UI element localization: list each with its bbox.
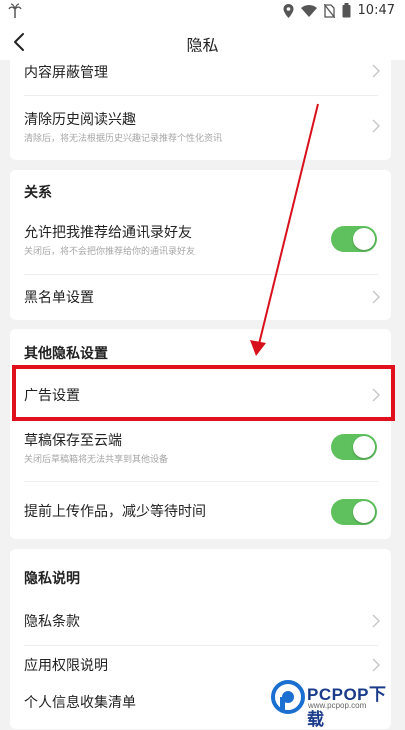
chevron-right-icon [372,64,380,78]
section-title: 隐私说明 [24,571,80,587]
row-ad-settings[interactable]: 广告设置 [10,369,391,421]
location-icon [283,3,294,18]
row-description: 关闭后，将不会把你推荐给你的通讯录好友 [24,247,196,257]
recommend-toggle[interactable] [331,226,377,252]
chevron-right-icon [372,119,380,133]
pre-upload-toggle[interactable] [331,499,377,525]
cloud-drafts-toggle[interactable] [331,434,377,460]
row-label: 草稿保存至云端 [24,433,122,449]
row-label: 个人信息收集清单 [24,695,136,711]
row-clear-history[interactable]: 清除历史阅读兴趣 清除后，将无法根据历史兴趣记录推荐个性化资讯 [10,96,391,158]
toggle-knob [353,228,375,250]
card-other-privacy: 其他隐私设置 广告设置 草稿保存至云端 关闭后草稿箱将无法共享到其他设备 提前上… [10,329,391,539]
row-label: 清除历史阅读兴趣 [24,112,136,128]
row-label: 黑名单设置 [24,290,94,306]
row-description: 关闭后草稿箱将无法共享到其他设备 [24,455,169,465]
toggle-knob [353,501,375,523]
palm-tree-icon [8,3,22,18]
toggle-knob [353,436,375,458]
no-sim-icon [323,3,335,18]
card-relations: 关系 允许把我推荐给通讯录好友 关闭后，将不会把你推荐给你的通讯录好友 黑名单设… [10,170,391,320]
row-privacy-terms[interactable]: 隐私条款 [10,599,391,645]
wifi-icon [300,4,317,17]
row-label: 提前上传作品，减少等待时间 [24,504,206,520]
chevron-right-icon [372,614,380,628]
watermark: PCPOP下载 www.pcpop.com [271,676,401,729]
row-label: 广告设置 [24,388,80,404]
row-description: 清除后，将无法根据历史兴趣记录推荐个性化资讯 [24,134,223,144]
battery-icon [342,3,351,18]
chevron-right-icon [372,388,380,402]
row-label: 应用权限说明 [24,658,108,674]
row-label: 允许把我推荐给通讯录好友 [24,225,192,241]
row-content-block[interactable]: 内容屏蔽管理 [10,52,391,96]
row-recommend-to-contacts[interactable]: 允许把我推荐给通讯录好友 关闭后，将不会把你推荐给你的通讯录好友 [10,210,391,274]
status-bar: 10:47 [0,0,405,24]
status-time: 10:47 [357,3,395,18]
card-content-settings: 内容屏蔽管理 清除历史阅读兴趣 清除后，将无法根据历史兴趣记录推荐个性化资讯 [10,52,391,160]
row-label: 内容屏蔽管理 [24,65,108,81]
row-save-drafts-cloud[interactable]: 草稿保存至云端 关闭后草稿箱将无法共享到其他设备 [10,421,391,481]
section-title: 其他隐私设置 [24,346,108,362]
watermark-url: www.pcpop.com [308,701,367,710]
pcpop-logo-icon [271,680,305,714]
section-title: 关系 [24,185,52,201]
chevron-right-icon [372,290,380,304]
row-pre-upload[interactable]: 提前上传作品，减少等待时间 [10,482,391,538]
row-label: 隐私条款 [24,614,80,630]
row-blacklist[interactable]: 黑名单设置 [10,275,391,319]
chevron-right-icon [372,658,380,672]
